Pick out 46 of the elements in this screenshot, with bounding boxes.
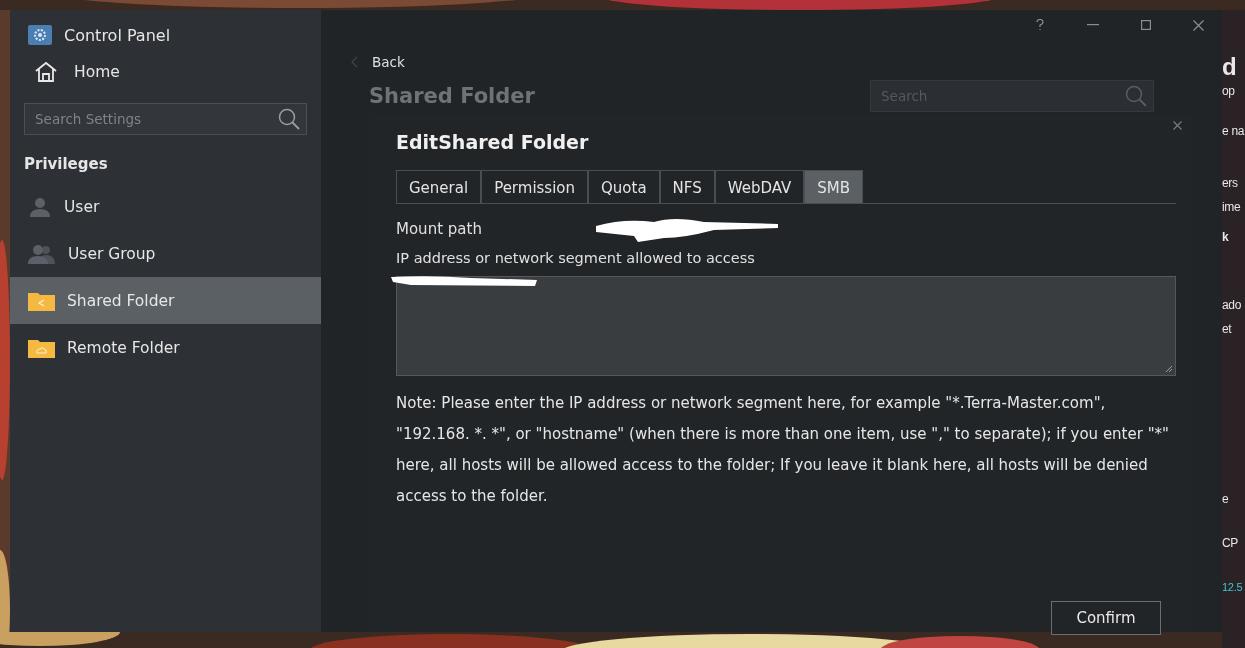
window-title: Control Panel <box>64 25 171 45</box>
section-heading: Privileges <box>23 154 109 175</box>
resize-grip-icon[interactable] <box>1165 365 1173 373</box>
people-icon <box>28 243 56 264</box>
close-icon[interactable] <box>1193 19 1204 31</box>
tab[interactable]: Permission <box>481 170 589 203</box>
background-window-text: ado <box>1222 297 1242 314</box>
background-window-text: et <box>1222 321 1232 338</box>
search-icon <box>277 107 301 131</box>
tab[interactable]: Quota <box>588 170 660 203</box>
page-heading: Shared Folder <box>369 84 535 108</box>
sidebar-item[interactable]: User <box>10 183 321 230</box>
background-window-text: ime <box>1222 199 1241 216</box>
background-window-text: e na <box>1222 123 1245 140</box>
cloud-folder-icon <box>28 337 55 358</box>
background-window-text: d <box>1222 52 1237 82</box>
field-label: Mount path <box>396 220 482 238</box>
close-icon[interactable] <box>1173 121 1182 130</box>
background-window-text: k <box>1222 229 1229 246</box>
background-window-text: CP <box>1222 535 1239 552</box>
house-icon <box>34 61 58 83</box>
note-text: Note: Please enter the IP address or network segment here, for example "*.Terra-Master.com", "192.168. *. *", or "hostname" (when there is more than one item, use "," to separate); if you enter "*" here, all hosts will be allowed access to the folder; If you leave it blank here, all hosts will be denied access to the folder. <box>396 393 1170 507</box>
control-panel-icon <box>28 25 52 45</box>
minimize-icon[interactable] <box>1087 24 1099 26</box>
tab[interactable]: General <box>396 170 482 203</box>
dialog-title: EditShared Folder <box>396 130 590 155</box>
back-link[interactable]: Back <box>372 54 405 70</box>
field-label: IP address or network segment allowed to access <box>396 250 756 268</box>
background-window-text: 12.5 <box>1222 580 1243 595</box>
home-link[interactable]: Home <box>10 50 321 94</box>
person-icon <box>28 196 52 217</box>
background-window-text: e <box>1222 491 1229 508</box>
sidebar-item[interactable]: User Group <box>10 230 321 277</box>
shared-folder-icon <box>28 290 55 311</box>
tab[interactable]: SMB <box>804 170 864 203</box>
background-window-text: op <box>1222 83 1235 100</box>
confirm-button[interactable]: Confirm <box>1051 601 1161 635</box>
background-window-text: ers <box>1222 175 1238 192</box>
chevron-left-icon <box>351 56 358 68</box>
help-icon[interactable] <box>1035 19 1045 31</box>
maximize-icon[interactable] <box>1141 20 1151 30</box>
sidebar-item[interactable]: Remote Folder <box>10 324 321 371</box>
search-field[interactable]: Search Settings <box>24 103 307 135</box>
search-icon <box>1124 84 1148 108</box>
sidebar-item[interactable]: Shared Folder <box>10 277 321 324</box>
tab[interactable]: NFS <box>659 170 715 203</box>
